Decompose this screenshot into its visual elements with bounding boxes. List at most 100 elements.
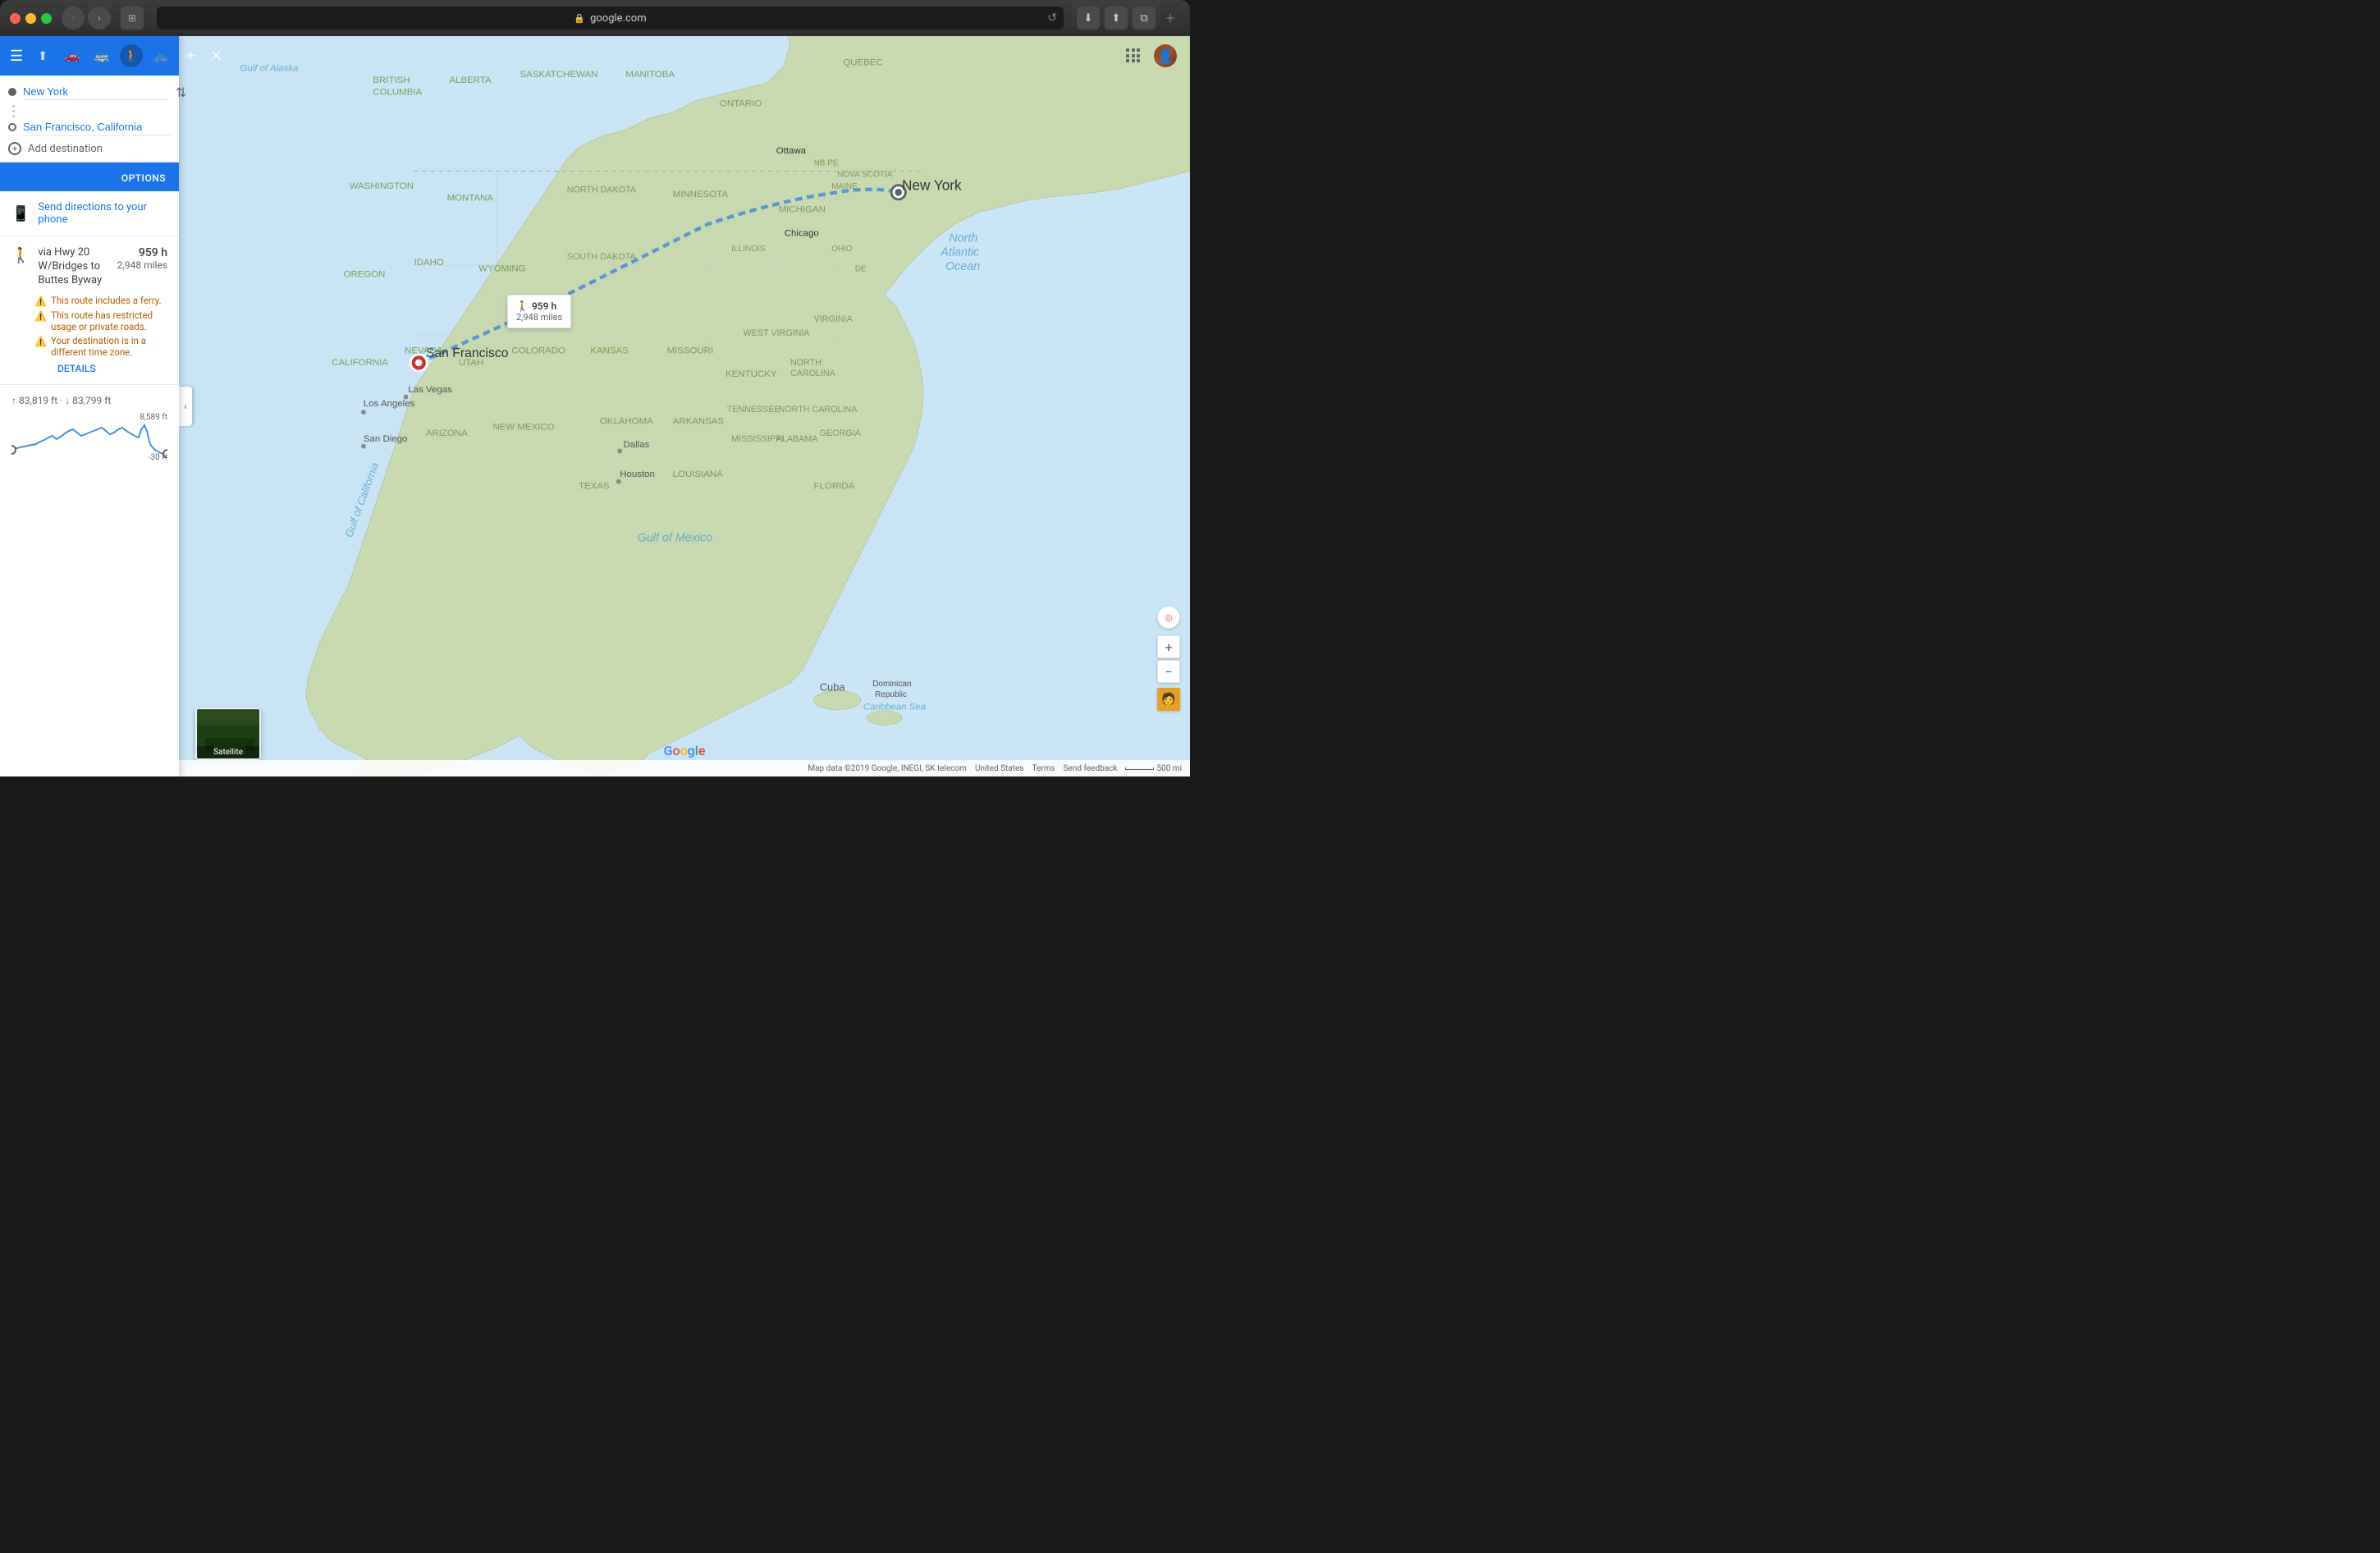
tab-overview-button[interactable]: ⊞: [121, 7, 144, 30]
tooltip-time: 🚶 959 h: [516, 300, 562, 312]
apps-icon[interactable]: [1126, 48, 1141, 63]
destination-dot: [8, 123, 16, 131]
svg-text:KANSAS: KANSAS: [590, 346, 629, 356]
close-button[interactable]: [10, 13, 21, 24]
svg-text:NOVA SCOTIA: NOVA SCOTIA: [837, 171, 892, 180]
apps-dot: [1137, 54, 1140, 57]
close-icon[interactable]: ✕: [210, 48, 222, 65]
origin-dot: [8, 88, 16, 96]
svg-text:ARKANSAS: ARKANSAS: [673, 416, 725, 426]
maximize-button[interactable]: [41, 13, 52, 24]
feedback-link[interactable]: Send feedback: [1064, 764, 1118, 773]
svg-text:Ocean: Ocean: [945, 260, 980, 273]
lock-icon: 🔒: [574, 13, 585, 24]
top-right-controls: 👤: [1126, 44, 1177, 67]
svg-text:WEST VIRGINIA: WEST VIRGINIA: [744, 328, 811, 338]
street-view-button[interactable]: 🧑: [1157, 688, 1180, 711]
connector-dot: [12, 105, 15, 108]
svg-text:DE: DE: [855, 264, 867, 273]
menu-icon[interactable]: ☰: [10, 48, 23, 65]
scale-line: [1125, 767, 1154, 770]
options-label[interactable]: OPTIONS: [121, 172, 166, 184]
svg-text:Caribbean Sea: Caribbean Sea: [863, 703, 926, 712]
svg-text:SOUTH DAKOTA: SOUTH DAKOTA: [567, 252, 637, 262]
walk-mode[interactable]: 🚶: [120, 44, 143, 67]
satellite-thumbnail[interactable]: Satellite: [195, 708, 261, 760]
svg-text:OREGON: OREGON: [344, 269, 386, 279]
svg-text:NEVADA: NEVADA: [405, 346, 443, 356]
map-area[interactable]: ‹: [179, 36, 1190, 776]
svg-text:NEW MEXICO: NEW MEXICO: [492, 423, 554, 433]
address-bar[interactable]: 🔒 google.com ↺: [157, 7, 1064, 30]
destination-row: [8, 119, 171, 135]
origin-row: ⇅: [8, 84, 171, 100]
download-button[interactable]: ⬇: [1077, 7, 1100, 30]
new-tab-button[interactable]: +: [1160, 8, 1180, 28]
origin-input[interactable]: [23, 84, 167, 100]
svg-text:IDAHO: IDAHO: [414, 258, 444, 268]
svg-text:Dallas: Dallas: [624, 440, 650, 450]
collapse-sidebar-button[interactable]: ‹: [179, 387, 192, 426]
zoom-out-button[interactable]: −: [1157, 660, 1180, 683]
terms-link[interactable]: Terms: [1032, 764, 1055, 773]
svg-text:COLORADO: COLORADO: [511, 346, 565, 356]
svg-text:ALBERTA: ALBERTA: [449, 76, 491, 85]
duplicate-button[interactable]: ⧉: [1133, 7, 1156, 30]
traffic-lights: [10, 13, 52, 24]
scale-bar: 500 mi: [1125, 764, 1182, 773]
compass-button[interactable]: ◎: [1157, 606, 1180, 629]
warning-ferry: ⚠️ This route includes a ferry.: [34, 295, 167, 307]
bike-mode[interactable]: 🚲: [149, 44, 172, 67]
back-button[interactable]: ‹: [62, 7, 85, 30]
route-tooltip: 🚶 959 h 2,948 miles: [507, 295, 571, 328]
svg-text:CALIFORNIA: CALIFORNIA: [332, 358, 388, 368]
svg-text:San Diego: San Diego: [364, 434, 408, 444]
route-inputs: ⇅ + Add destination: [0, 76, 179, 163]
minimize-button[interactable]: [25, 13, 36, 24]
svg-text:Gulf of Mexico: Gulf of Mexico: [638, 532, 713, 545]
destination-input[interactable]: [23, 119, 171, 135]
main-content: ☰ ⬆ 🚗 🚌 🚶 🚲 ✈ ✕ ⇅: [0, 36, 1190, 776]
browser-actions: ⬇ ⬆ ⧉ +: [1077, 7, 1180, 30]
svg-text:MAINE: MAINE: [831, 182, 858, 191]
sidebar-header: ☰ ⬆ 🚗 🚌 🚶 🚲 ✈ ✕: [0, 36, 179, 76]
svg-text:Ottawa: Ottawa: [776, 146, 807, 156]
warning-text-restricted: This route has restricted usage or priva…: [51, 309, 167, 332]
svg-text:GEORGIA: GEORGIA: [820, 428, 862, 438]
add-destination-icon[interactable]: +: [8, 142, 21, 155]
apps-dot: [1126, 48, 1129, 52]
elevation-max-label: 8,589 ft: [140, 413, 167, 422]
send-directions[interactable]: 📱 Send directions to your phone: [0, 191, 179, 236]
google-logo-text: Google: [664, 743, 706, 758]
directions-mode[interactable]: ⬆: [31, 44, 54, 67]
connector-dot: [12, 110, 15, 112]
svg-text:North: North: [949, 231, 977, 245]
drive-mode[interactable]: 🚗: [61, 44, 84, 67]
refresh-icon[interactable]: ↺: [1047, 11, 1057, 25]
details-link[interactable]: DETAILS: [57, 363, 167, 374]
zoom-in-button[interactable]: +: [1157, 635, 1180, 658]
share-button[interactable]: ⬆: [1105, 7, 1128, 30]
forward-button[interactable]: ›: [88, 7, 111, 30]
apps-dot: [1137, 48, 1140, 52]
svg-text:CAROLINA: CAROLINA: [790, 369, 836, 378]
svg-text:LOUISIANA: LOUISIANA: [673, 470, 723, 479]
connector-dot: [12, 115, 15, 117]
url-text: google.com: [590, 12, 647, 25]
flight-mode[interactable]: ✈: [179, 44, 202, 67]
svg-text:KENTUCKY: KENTUCKY: [725, 369, 777, 379]
send-directions-text: Send directions to your phone: [38, 201, 167, 226]
svg-text:BRITISH: BRITISH: [373, 76, 410, 85]
svg-text:NORTH: NORTH: [790, 358, 822, 368]
warning-icon-ferry: ⚠️: [34, 295, 47, 307]
options-bar[interactable]: OPTIONS: [0, 163, 179, 191]
transit-mode[interactable]: 🚌: [90, 44, 113, 67]
svg-text:ALABAMA: ALABAMA: [776, 434, 819, 444]
svg-text:Dominican: Dominican: [872, 680, 911, 689]
svg-text:VIRGINIA: VIRGINIA: [814, 314, 854, 324]
svg-text:Atlantic: Atlantic: [940, 246, 979, 259]
swap-button[interactable]: ⇅: [176, 85, 186, 100]
svg-text:MONTANA: MONTANA: [447, 193, 494, 203]
user-avatar[interactable]: 👤: [1154, 44, 1177, 67]
route-name: via Hwy 20 W/Bridges to Buttes Byway: [38, 246, 108, 288]
